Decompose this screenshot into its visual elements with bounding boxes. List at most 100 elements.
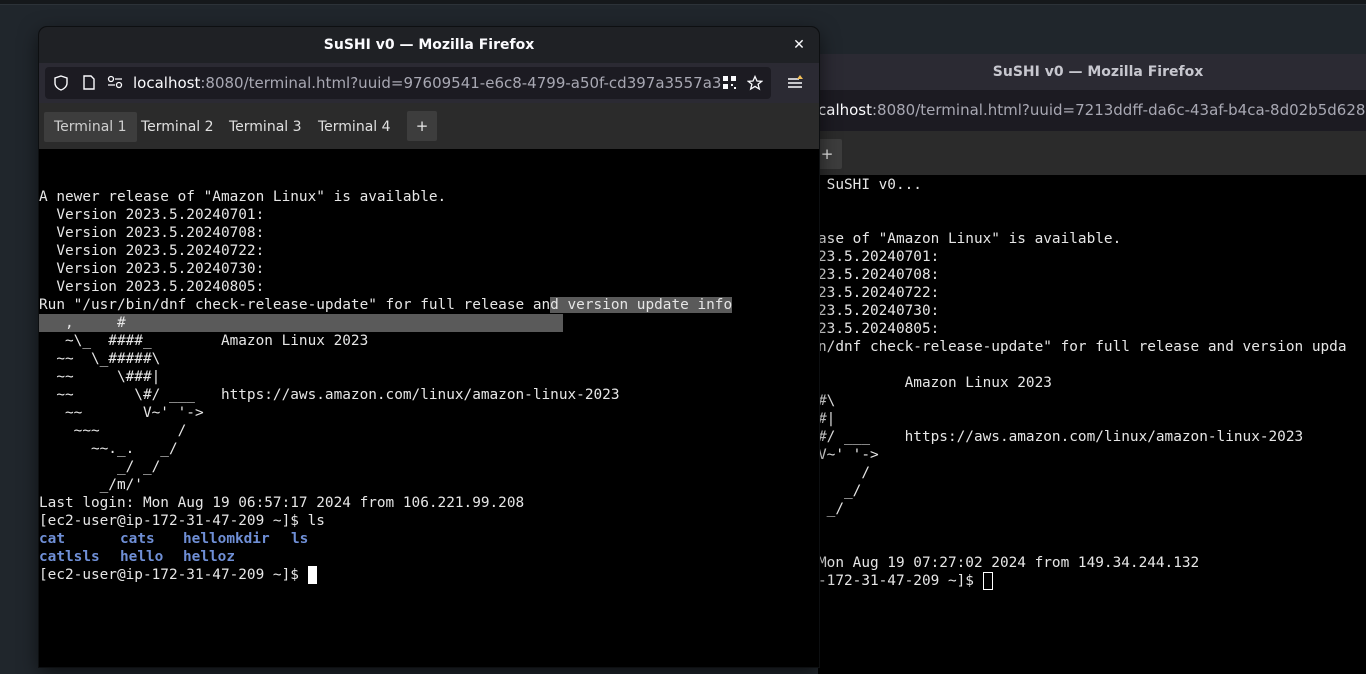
back-browser-window[interactable]: SuSHI v0 — Mozilla Firefox calhost:8080/… — [818, 54, 1366, 674]
terminal-line: SuSHI v0... — [818, 176, 922, 194]
terminal-line: Last login: Mon Aug 19 06:57:17 2024 fro… — [39, 494, 524, 512]
terminal-line: / — [818, 464, 870, 482]
back-terminal-output[interactable]: SuSHI v0... ase of "Amazon Linux" is avai… — [818, 175, 1366, 674]
front-url-host: localhost — [133, 74, 201, 92]
terminal-line: ~~ V~' '-> — [39, 404, 204, 422]
tab-terminal-1[interactable]: Terminal 1 — [44, 112, 137, 142]
terminal-line: Version 2023.5.20240722: — [39, 242, 264, 260]
terminal-line-text: 23.5.20240730: — [818, 303, 940, 319]
terminal-cursor — [307, 566, 317, 584]
terminal-line: [ec2-user@ip-172-31-47-209 ~]$ ls — [39, 512, 325, 530]
terminal-line: ~~ \###| — [39, 368, 160, 386]
shield-icon[interactable] — [53, 75, 69, 91]
terminal-line-text: ~~ \#/ ___ https://aws.amazon.com/linux/… — [39, 387, 620, 403]
terminal-line: 23.5.20240805: — [818, 320, 939, 338]
ls-entry: catlsls — [39, 549, 100, 565]
terminal-line-text: 23.5.20240805: — [818, 321, 940, 337]
terminal-line: Version 2023.5.20240805: — [39, 278, 264, 296]
front-terminal-tabbar: Terminal 1 Terminal 2 Terminal 3 Termina… — [39, 103, 819, 149]
terminal-line: Version 2023.5.20240708: — [39, 224, 264, 242]
front-url-text[interactable]: localhost:8080/terminal.html?uuid=976095… — [133, 67, 723, 99]
back-url-bar[interactable]: calhost:8080/terminal.html?uuid=7213ddff… — [818, 94, 1366, 126]
terminal-line-text: Run "/usr/bin/dnf check-release-update" … — [39, 297, 551, 313]
terminal-line: Amazon Linux 2023 — [818, 374, 1052, 392]
terminal-line: [ec2-user@ip-172-31-47-209 ~]$ — [39, 566, 317, 584]
desktop-divider — [0, 4, 1366, 5]
terminal-line: 23.5.20240708: — [818, 266, 939, 284]
terminal-line-text: #| — [818, 411, 836, 427]
terminal-line: V~' '-> — [818, 446, 879, 464]
terminal-line: ~~._. _/ — [39, 440, 178, 458]
terminal-line-text: SuSHI v0... — [818, 177, 922, 193]
front-terminal-output[interactable]: A newer release of "Amazon Linux" is ava… — [39, 149, 819, 667]
terminal-line-text: ~~ V~' '-> — [39, 405, 204, 421]
menu-icon[interactable] — [787, 75, 803, 91]
terminal-line-text: / — [818, 465, 870, 481]
front-browser-window[interactable]: SuSHI v0 — Mozilla Firefox ✕ localhost:8… — [39, 27, 819, 667]
front-window-title: SuSHI v0 — Mozilla Firefox — [323, 37, 535, 53]
terminal-line-text: [ec2-user@ip-172-31-47-209 ~]$ ls — [39, 513, 325, 529]
terminal-line-text: _/ — [818, 501, 844, 517]
terminal-line: 23.5.20240730: — [818, 302, 939, 320]
terminal-line-text: #/ ___ https://aws.amazon.com/linux/amaz… — [818, 429, 1304, 445]
terminal-line: _/ — [818, 482, 861, 500]
terminal-line-text: n/dnf check-release-update" for full rel… — [818, 339, 1347, 355]
front-window-titlebar[interactable]: SuSHI v0 — Mozilla Firefox ✕ — [39, 27, 819, 63]
ls-entry: cats — [120, 531, 155, 547]
bookmark-star-icon[interactable] — [746, 74, 764, 91]
terminal-line-text: 23.5.20240708: — [818, 267, 940, 283]
terminal-line: A newer release of "Amazon Linux" is ava… — [39, 188, 446, 206]
selected-text: d version update info — [550, 297, 733, 313]
terminal-line: _/ — [818, 500, 844, 518]
terminal-line: n/dnf check-release-update" for full rel… — [818, 338, 1347, 356]
terminal-line-text: Version 2023.5.20240730: — [39, 261, 265, 277]
close-icon[interactable]: ✕ — [789, 35, 809, 55]
back-url-host: calhost — [818, 101, 872, 119]
terminal-line-text: _/m/' — [39, 477, 143, 493]
terminal-line: ~~ \#/ ___ https://aws.amazon.com/linux/… — [39, 386, 619, 404]
qr-code-icon[interactable] — [721, 75, 737, 91]
terminal-line: ~~ \_#####\ — [39, 350, 160, 368]
front-url-bar[interactable]: localhost:8080/terminal.html?uuid=976095… — [45, 67, 771, 99]
terminal-line-text: 23.5.20240701: — [818, 249, 940, 265]
terminal-line: Version 2023.5.20240730: — [39, 260, 264, 278]
terminal-line: ase of "Amazon Linux" is available. — [818, 230, 1121, 248]
terminal-line: Run "/usr/bin/dnf check-release-update" … — [39, 296, 733, 314]
back-window-titlebar[interactable]: SuSHI v0 — Mozilla Firefox — [818, 54, 1366, 90]
page-icon[interactable] — [81, 75, 97, 91]
terminal-line-text: , # — [39, 315, 126, 331]
terminal-line-text: Version 2023.5.20240708: — [39, 225, 265, 241]
ls-entry: ls — [291, 531, 309, 547]
terminal-line: Version 2023.5.20240701: — [39, 206, 264, 224]
terminal-line: #\ — [818, 392, 835, 410]
terminal-line-text: Version 2023.5.20240722: — [39, 243, 265, 259]
ls-entry: cat — [39, 531, 65, 547]
terminal-line-text: Version 2023.5.20240701: — [39, 207, 265, 223]
terminal-line-text: Version 2023.5.20240805: — [39, 279, 265, 295]
terminal-line-text: ase of "Amazon Linux" is available. — [818, 231, 1122, 247]
terminal-line: Mon Aug 19 07:27:02 2024 from 149.34.244… — [818, 554, 1199, 572]
ls-entry: hellomkdir — [183, 531, 270, 547]
terminal-line: _/m/' — [39, 476, 143, 494]
terminal-line-text: 23.5.20240722: — [818, 285, 940, 301]
terminal-line: _/ _/ — [39, 458, 160, 476]
terminal-line-text: ~~~ / — [39, 423, 187, 439]
front-add-terminal-button[interactable]: + — [407, 111, 437, 141]
tab-terminal-2[interactable]: Terminal 2 — [131, 112, 224, 142]
terminal-line: 23.5.20240722: — [818, 284, 939, 302]
tab-terminal-3[interactable]: Terminal 3 — [219, 112, 312, 142]
terminal-line: -172-31-47-209 ~]$ — [818, 572, 993, 590]
terminal-cursor — [982, 572, 993, 590]
back-url-text[interactable]: calhost:8080/terminal.html?uuid=7213ddff… — [818, 94, 1366, 126]
terminal-line: 23.5.20240701: — [818, 248, 939, 266]
terminal-line-text: #\ — [818, 393, 836, 409]
back-terminal-tabbar: + — [818, 131, 1366, 175]
back-add-terminal-button[interactable]: + — [818, 139, 842, 169]
tab-terminal-4[interactable]: Terminal 4 — [308, 112, 401, 142]
ls-entry: hello — [120, 549, 164, 565]
terminal-line-text: ~~ \_#####\ — [39, 351, 161, 367]
terminal-line-text: ~~._. _/ — [39, 441, 178, 457]
terminal-line: #/ ___ https://aws.amazon.com/linux/amaz… — [818, 428, 1303, 446]
terminal-line-text: Mon Aug 19 07:27:02 2024 from 149.34.244… — [818, 555, 1200, 571]
permissions-icon[interactable] — [107, 75, 123, 91]
